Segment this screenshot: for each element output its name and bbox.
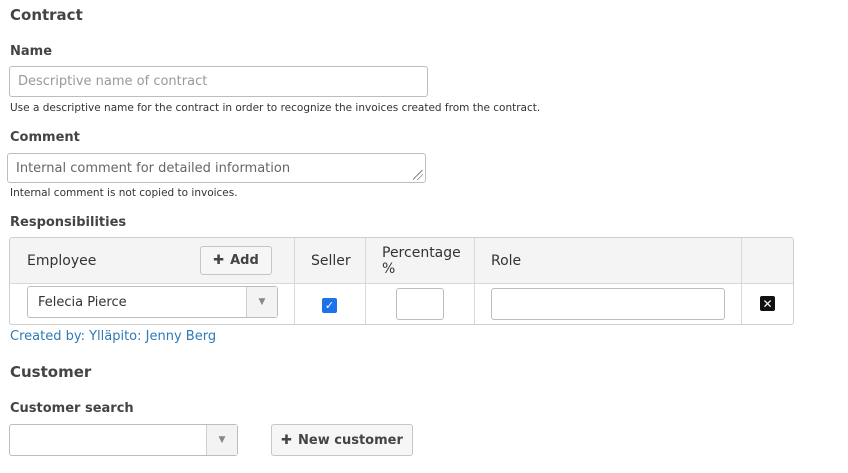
contract-name-placeholder: Descriptive name of contract — [18, 74, 208, 89]
plus-icon: ✚ — [281, 432, 293, 448]
customer-section-title: Customer — [10, 363, 92, 381]
comment-label: Comment — [10, 130, 80, 145]
name-label: Name — [10, 44, 53, 59]
customer-search-select[interactable]: ▼ — [9, 424, 238, 456]
seller-header: Seller — [311, 253, 351, 269]
created-by-text: Created by: Ylläpito: Jenny Berg — [10, 329, 217, 344]
percentage-input[interactable] — [396, 288, 444, 320]
percentage-header: Percentage % — [382, 245, 461, 277]
employee-select-value: Felecia Pierce — [38, 295, 127, 310]
new-customer-button[interactable]: ✚ New customer — [271, 424, 413, 456]
add-employee-button[interactable]: ✚ Add — [200, 246, 272, 275]
responsibilities-table: Employee ✚ Add Seller Percentage % Role … — [9, 237, 794, 325]
chevron-down-icon[interactable]: ▼ — [246, 287, 277, 317]
contract-section-title: Contract — [10, 6, 83, 24]
comment-textarea[interactable]: Internal comment for detailed informatio… — [7, 153, 426, 183]
role-header: Role — [491, 253, 522, 269]
employee-select[interactable]: Felecia Pierce ▼ — [27, 286, 278, 318]
chevron-down-icon[interactable]: ▼ — [206, 425, 237, 455]
resize-handle-icon[interactable] — [413, 170, 423, 180]
plus-icon: ✚ — [213, 253, 225, 268]
seller-checkbox[interactable]: ✓ — [322, 298, 337, 313]
comment-help-text: Internal comment is not copied to invoic… — [10, 187, 238, 199]
add-button-label: Add — [230, 253, 259, 268]
responsibilities-label: Responsibilities — [10, 215, 127, 230]
contract-name-input[interactable]: Descriptive name of contract — [9, 66, 428, 97]
close-box-icon: ✕ — [762, 296, 773, 311]
employee-header: Employee — [27, 253, 97, 269]
comment-placeholder: Internal comment for detailed informatio… — [16, 160, 291, 176]
checkmark-icon: ✓ — [324, 299, 335, 312]
remove-row-button[interactable]: ✕ — [760, 296, 775, 311]
name-help-text: Use a descriptive name for the contract … — [10, 102, 541, 114]
role-input[interactable] — [491, 288, 725, 320]
customer-search-label: Customer search — [10, 401, 134, 416]
new-customer-label: New customer — [298, 432, 403, 448]
